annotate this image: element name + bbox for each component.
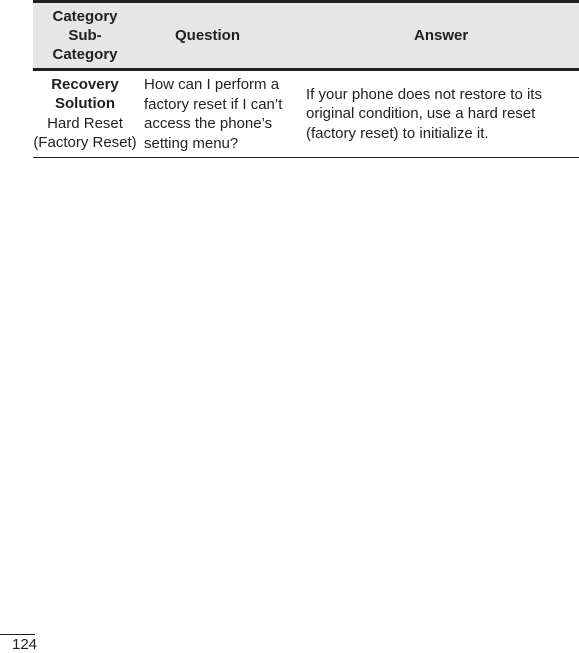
table-row: Recovery Solution Hard Reset (Factory Re…: [33, 69, 579, 158]
header-answer-label: Answer: [414, 26, 469, 44]
header-category-label: Category: [52, 7, 118, 25]
category-text: Recovery Solution: [51, 75, 119, 113]
footer-divider: [0, 634, 35, 635]
sub-category-text: Hard Reset (Factory Reset): [33, 114, 137, 152]
header-sub-category-text: Sub- Category: [52, 26, 118, 63]
table-body: Recovery Solution Hard Reset (Factory Re…: [33, 69, 579, 158]
header-category: Category Sub- Category: [33, 0, 137, 71]
header-question: Question: [137, 0, 305, 71]
answer-text: If your phone does not restore to its or…: [306, 85, 542, 142]
table-header: Category Sub- Category Question Answer: [33, 0, 579, 71]
header-answer: Answer: [305, 0, 579, 71]
cell-category: Recovery Solution Hard Reset (Factory Re…: [33, 69, 137, 158]
question-text: How can I perform a factory reset if I c…: [144, 76, 283, 152]
header-sub-category-label: Sub- Category: [33, 26, 137, 64]
page-number: 124: [12, 636, 38, 653]
cell-question: How can I perform a factory reset if I c…: [137, 69, 305, 158]
cell-answer: If your phone does not restore to its or…: [305, 69, 579, 158]
faq-table: Category Sub- Category Question Answer R…: [33, 0, 579, 158]
header-row: Category Sub- Category Question Answer: [33, 0, 579, 71]
header-question-label: Question: [175, 26, 241, 44]
